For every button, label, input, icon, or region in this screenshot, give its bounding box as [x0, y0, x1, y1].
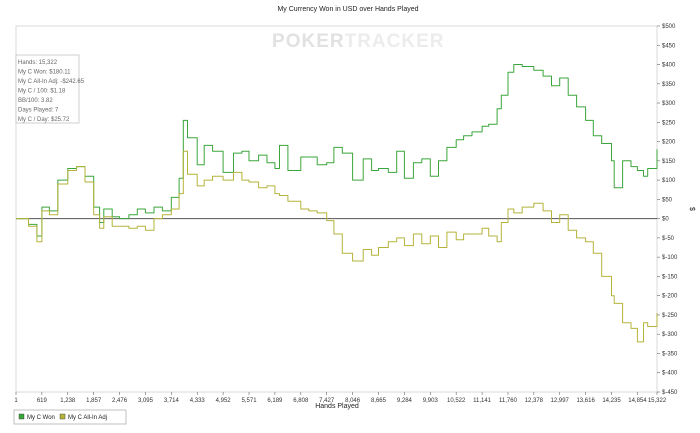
- watermark-part-1: P: [272, 31, 286, 52]
- stat-days-played: Days Played: 7: [18, 108, 59, 114]
- x-tick-label: 3,095: [138, 398, 154, 404]
- x-tick-label: 9,284: [397, 398, 413, 404]
- chart-canvas: My Currency Won in USD over Hands Played…: [0, 0, 700, 433]
- x-tick-label: 13,616: [576, 398, 595, 404]
- x-tick-label: 11,760: [499, 398, 518, 404]
- stats-box: Hands: 15,322 My C Won: $180.11 My C All…: [15, 54, 85, 124]
- watermark-part-3: TRACKER: [345, 31, 445, 52]
- x-tick-label: 1,857: [86, 398, 102, 404]
- x-tick-label: 6,808: [293, 398, 309, 404]
- y-tick-label: $-350: [662, 351, 678, 357]
- x-tick-label: 4,333: [190, 398, 206, 404]
- stat-allin-adj: My C All-In Adj: -$242.65: [18, 79, 85, 85]
- y-tick-label: $-200: [662, 294, 678, 300]
- stat-bb-per-100: BB/100: 3.82: [18, 98, 53, 104]
- legend-label-allin: My C All-In Adj: [68, 415, 107, 421]
- y-tick-label: $0: [662, 217, 669, 223]
- x-tick-label: 12,997: [551, 398, 570, 404]
- watermark: POKERTRACKER: [272, 31, 444, 52]
- x-tick-label: 14,235: [602, 398, 621, 404]
- x-axis-label: Hands Played: [315, 403, 359, 410]
- x-tick-label: 11,141: [473, 398, 492, 404]
- y-tick-label: $-300: [662, 332, 678, 338]
- x-tick-label: 4,952: [216, 398, 232, 404]
- y-tick-label: $-100: [662, 255, 678, 261]
- y-tick-label: $-450: [662, 390, 678, 396]
- x-tick-label: 3,714: [164, 398, 180, 404]
- x-tick-label: 9,903: [423, 398, 439, 404]
- x-tick-label: 15,322: [648, 398, 667, 404]
- x-tick-label: 8,665: [371, 398, 387, 404]
- y-tick-label: $-250: [662, 313, 678, 319]
- watermark-part-2: KER: [301, 31, 344, 52]
- x-tick-label: 1,238: [60, 398, 76, 404]
- y-tick-label: $-50: [662, 236, 675, 242]
- stat-won: My C Won: $180.11: [18, 70, 71, 76]
- legend-label-won: My C Won: [27, 415, 55, 421]
- stat-per-day: My C / Day: $25.72: [18, 117, 70, 123]
- y-tick-label: $450: [662, 43, 676, 49]
- stat-hands: Hands: 15,322: [18, 60, 58, 66]
- y-tick-label: $-150: [662, 274, 678, 280]
- y-tick-label: $50: [662, 197, 673, 203]
- y-tick-label: $200: [662, 140, 676, 146]
- x-tick-label: 2,476: [112, 398, 128, 404]
- y-tick-label: $500: [662, 24, 676, 30]
- y-axis-label: $: [688, 207, 695, 211]
- x-tick-label: 14,854: [628, 398, 647, 404]
- x-tick-label: 619: [37, 398, 48, 404]
- chart-title: My Currency Won in USD over Hands Played: [277, 6, 418, 13]
- svg-text:POKERTRACKER: POKERTRACKER: [272, 31, 444, 52]
- x-tick-label: 6,189: [267, 398, 283, 404]
- y-tick-label: $250: [662, 120, 676, 126]
- y-tick-label: $100: [662, 178, 676, 184]
- legend-swatch-won: [18, 413, 25, 420]
- y-tick-label: $350: [662, 82, 676, 88]
- legend-swatch-allin: [59, 413, 66, 420]
- watermark-ring: O: [286, 31, 302, 52]
- stat-per-100: My C / 100: $1.18: [18, 89, 66, 95]
- x-tick-label: 12,378: [525, 398, 544, 404]
- x-tick-label: 5,571: [242, 398, 258, 404]
- y-tick-label: $300: [662, 101, 676, 107]
- y-tick-label: $150: [662, 159, 676, 165]
- y-tick-label: $-400: [662, 371, 678, 377]
- y-tick-label: $400: [662, 63, 676, 69]
- legend: My C Won My C All-In Adj: [13, 409, 127, 425]
- x-tick-label: 10,522: [447, 398, 466, 404]
